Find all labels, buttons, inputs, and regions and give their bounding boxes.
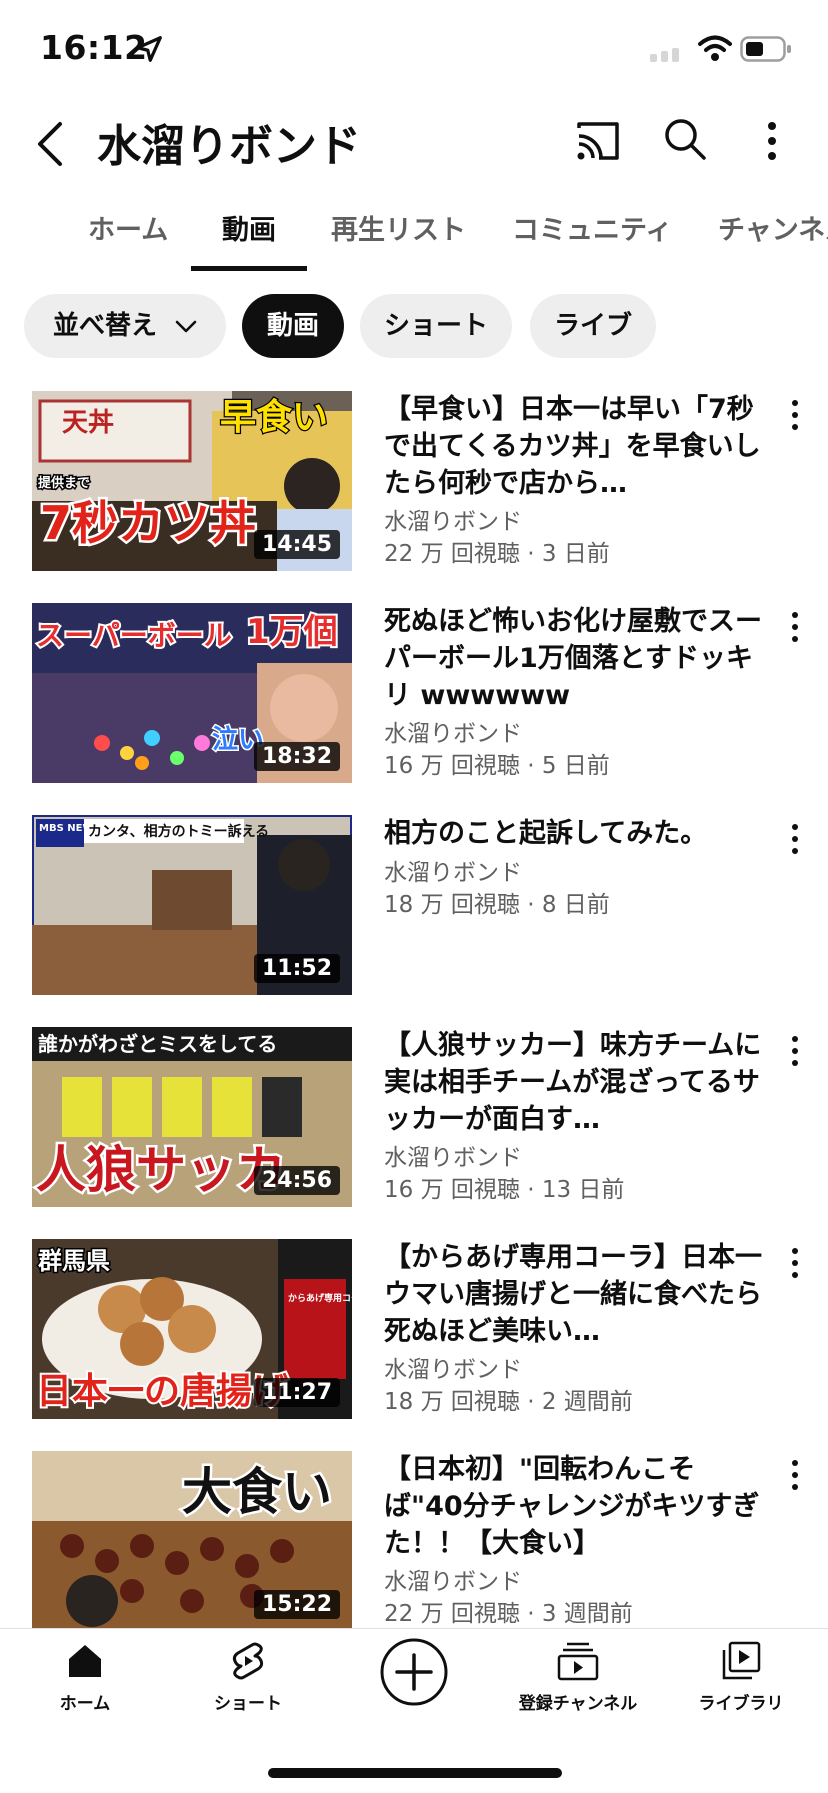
tab-home[interactable]: ホーム — [88, 208, 168, 247]
video-duration: 24:56 — [253, 1166, 340, 1195]
video-thumbnail[interactable]: スーパーボール 1万個 泣い 18:32 — [32, 603, 352, 783]
thumb-caption: 提供まで — [38, 475, 90, 491]
video-stats: 18 万 回視聴 · 2 週間前 — [384, 1389, 633, 1415]
thumb-caption: 1万個 — [246, 612, 338, 652]
video-title[interactable]: 【早食い】日本一は早い「7秒で出てくるカツ丼」を早食いしたら何秒で店から… — [384, 391, 766, 502]
cellular-signal-icon — [650, 48, 679, 62]
video-item[interactable]: 誰かがわざとミスをしてる 人狼サッカ 24:56 【人狼サッカー】味方チームに実… — [0, 1027, 828, 1227]
channel-title: 水溜りボンド — [97, 121, 361, 172]
chip-live[interactable]: ライブ — [530, 294, 656, 358]
cast-icon[interactable] — [575, 118, 621, 164]
chip-shorts[interactable]: ショート — [360, 294, 512, 358]
nav-shorts[interactable]: ショート — [173, 1641, 323, 1714]
video-title[interactable]: 【人狼サッカー】味方チームに実は相手チームが混ざってるサッカーが面白す… — [384, 1027, 766, 1138]
video-stats: 16 万 回視聴 · 5 日前 — [384, 753, 610, 779]
video-more-icon[interactable] — [786, 1457, 804, 1493]
video-item[interactable]: MBS NEWS カンタ、相方のトミー訴える 11:52 相方のこと起訴してみた… — [0, 815, 828, 1015]
create-icon — [380, 1638, 448, 1706]
video-stats: 22 万 回視聴 · 3 週間前 — [384, 1601, 633, 1627]
video-channel: 水溜りボンド — [384, 860, 522, 886]
nav-label: ホーム — [59, 1694, 111, 1714]
sort-chip-label: 並べ替え — [52, 311, 157, 341]
video-title[interactable]: 死ぬほど怖いお化け屋敷でスーパーボール1万個落とすドッキリ wwwwww — [384, 603, 766, 714]
nav-library[interactable]: ライブラリ — [666, 1641, 816, 1714]
thumb-caption: 誰かがわざとミスをしてる — [38, 1032, 277, 1056]
video-more-icon[interactable] — [786, 397, 804, 433]
video-thumbnail[interactable]: 誰かがわざとミスをしてる 人狼サッカ 24:56 — [32, 1027, 352, 1207]
video-duration: 11:27 — [253, 1378, 340, 1407]
home-icon — [69, 1645, 101, 1677]
thumb-caption: からあげ専用コーラ — [288, 1292, 352, 1304]
tab-community[interactable]: コミュニティ — [512, 208, 672, 247]
thumb-caption: 大食い — [182, 1463, 332, 1521]
video-more-icon[interactable] — [786, 609, 804, 645]
active-tab-indicator — [191, 266, 307, 271]
chip-videos[interactable]: 動画 — [242, 294, 344, 358]
video-channel: 水溜りボンド — [384, 1145, 522, 1171]
video-duration: 18:32 — [253, 742, 340, 771]
video-stats: 22 万 回視聴 · 3 日前 — [384, 541, 610, 567]
back-arrow-icon[interactable] — [30, 118, 70, 170]
video-more-icon[interactable] — [786, 1245, 804, 1281]
video-item[interactable]: 天丼 早食い 提供まで 7秒カツ丼 14:45 【早食い】日本一は早い「7秒で出… — [0, 391, 828, 591]
thumb-caption: 人狼サッカ — [36, 1141, 286, 1199]
video-title[interactable]: 【日本初】"回転わんこそば"40分チャレンジがキツすぎた！！【大食い】 — [384, 1451, 766, 1562]
nav-label: ライブラリ — [698, 1694, 784, 1714]
tab-channels[interactable]: チャンネル — [718, 208, 828, 247]
video-thumbnail[interactable]: MBS NEWS カンタ、相方のトミー訴える 11:52 — [32, 815, 352, 995]
video-channel: 水溜りボンド — [384, 509, 522, 535]
video-thumbnail[interactable]: 大食い 15:22 — [32, 1451, 352, 1631]
video-stats: 18 万 回視聴 · 8 日前 — [384, 892, 610, 918]
video-more-icon[interactable] — [786, 1033, 804, 1069]
tab-playlists[interactable]: 再生リスト — [331, 208, 466, 247]
video-item[interactable]: 大食い 15:22 【日本初】"回転わんこそば"40分チャレンジがキツすぎた！！… — [0, 1451, 828, 1651]
nav-subscriptions[interactable]: 登録チャンネル — [503, 1641, 653, 1714]
more-vertical-icon[interactable] — [758, 118, 786, 164]
filter-chips: 並べ替え 動画 ショート ライブ — [0, 294, 828, 364]
subscriptions-icon — [557, 1642, 599, 1681]
thumb-caption: 7秒カツ丼 — [40, 496, 256, 550]
thumb-caption: 天丼 — [62, 408, 114, 438]
location-arrow-icon — [136, 36, 162, 62]
video-duration: 14:45 — [253, 530, 340, 559]
channel-tabs: ホーム 動画 再生リスト コミュニティ チャンネル — [0, 196, 828, 274]
video-title[interactable]: 【からあげ専用コーラ】日本一ウマい唐揚げと一緒に食べたら死ぬほど美味い… — [384, 1239, 766, 1350]
thumb-caption: カンタ、相方のトミー訴える — [88, 823, 269, 840]
library-icon — [722, 1641, 761, 1680]
video-item[interactable]: スーパーボール 1万個 泣い 18:32 死ぬほど怖いお化け屋敷でスーパーボール… — [0, 603, 828, 803]
sort-chip[interactable]: 並べ替え — [24, 294, 226, 358]
thumb-caption: 早食い — [220, 397, 328, 438]
video-thumbnail[interactable]: 群馬県 からあげ専用コーラ 日本一の唐揚げ 11:27 — [32, 1239, 352, 1419]
video-thumbnail[interactable]: 天丼 早食い 提供まで 7秒カツ丼 14:45 — [32, 391, 352, 571]
status-bar: 16:12 — [0, 0, 828, 96]
thumb-caption: スーパーボール — [36, 619, 232, 652]
video-channel: 水溜りボンド — [384, 1569, 522, 1595]
top-app-bar: 水溜りボンド — [0, 96, 828, 186]
home-indicator — [268, 1768, 562, 1778]
video-title[interactable]: 相方のこと起訴してみた。 — [384, 815, 766, 852]
search-icon[interactable] — [662, 116, 708, 162]
wifi-icon — [698, 35, 732, 61]
nav-create[interactable] — [339, 1637, 489, 1707]
status-time: 16:12 — [40, 28, 148, 67]
thumb-caption: 群馬県 — [38, 1247, 110, 1275]
thumb-caption: 日本一の唐揚げ — [36, 1370, 288, 1412]
video-more-icon[interactable] — [786, 821, 804, 857]
video-duration: 15:22 — [253, 1590, 340, 1619]
nav-label: 登録チャンネル — [518, 1694, 638, 1714]
tab-videos[interactable]: 動画 — [222, 208, 276, 247]
battery-icon — [740, 36, 791, 62]
video-item[interactable]: 群馬県 からあげ専用コーラ 日本一の唐揚げ 11:27 【からあげ専用コーラ】日… — [0, 1239, 828, 1439]
video-stats: 16 万 回視聴 · 13 日前 — [384, 1177, 625, 1203]
video-duration: 11:52 — [253, 954, 340, 983]
shorts-icon — [232, 1642, 264, 1680]
chevron-down-icon — [175, 320, 197, 332]
video-channel: 水溜りボンド — [384, 1357, 522, 1383]
nav-home[interactable]: ホーム — [10, 1641, 160, 1714]
nav-label: ショート — [214, 1694, 282, 1714]
video-channel: 水溜りボンド — [384, 721, 522, 747]
